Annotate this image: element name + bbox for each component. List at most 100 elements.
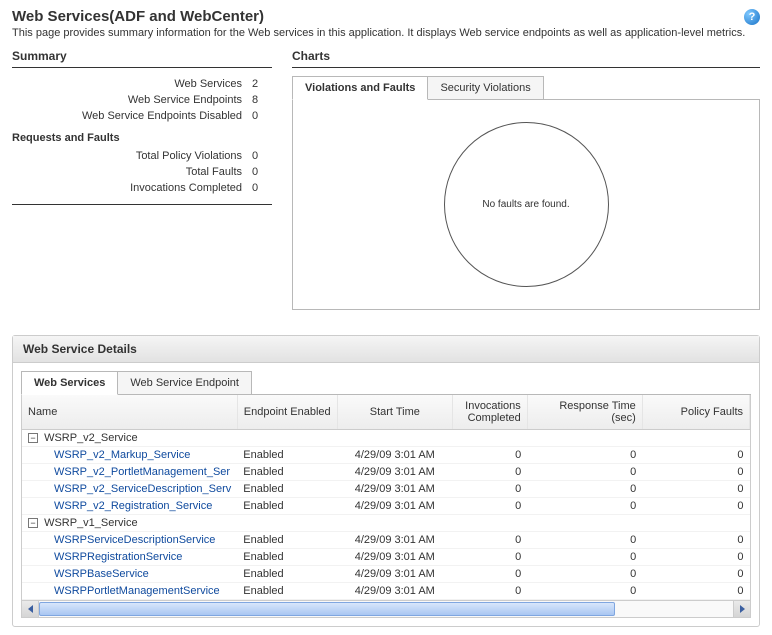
cell-response-time: 0: [527, 549, 642, 566]
stat-label: Total Faults: [12, 166, 252, 178]
stat-label: Web Service Endpoints: [12, 94, 252, 106]
cell-response-time: 0: [527, 464, 642, 481]
tab-web-service-endpoint[interactable]: Web Service Endpoint: [117, 371, 252, 394]
cell-response-time: 0: [527, 583, 642, 600]
cell-policy-faults: 0: [642, 532, 749, 549]
cell-invocations: 0: [452, 464, 527, 481]
table-row: WSRP_v2_Markup_ServiceEnabled4/29/09 3:0…: [22, 447, 750, 464]
cell-start: 4/29/09 3:01 AM: [337, 498, 452, 515]
cell-start: 4/29/09 3:01 AM: [337, 447, 452, 464]
col-policy-faults[interactable]: Policy Faults: [642, 395, 749, 430]
page-title: Web Services(ADF and WebCenter): [12, 8, 264, 25]
stat-value: 0: [252, 150, 272, 162]
chart-area: No faults are found.: [292, 100, 760, 310]
service-link[interactable]: WSRPRegistrationService: [54, 551, 182, 563]
tab-web-services[interactable]: Web Services: [21, 371, 118, 395]
cell-invocations: 0: [452, 447, 527, 464]
stat-value: 0: [252, 166, 272, 178]
table-row: WSRP_v2_Registration_ServiceEnabled4/29/…: [22, 498, 750, 515]
service-link[interactable]: WSRPServiceDescriptionService: [54, 534, 215, 546]
cell-enabled: Enabled: [237, 464, 337, 481]
cell-policy-faults: 0: [642, 566, 749, 583]
cell-enabled: Enabled: [237, 532, 337, 549]
table-row: WSRPServiceDescriptionService Enabled4/29…: [22, 532, 750, 549]
stat-label: Invocations Completed: [12, 182, 252, 194]
stat-label: Web Services: [12, 78, 252, 90]
cell-invocations: 0: [452, 481, 527, 498]
service-link[interactable]: WSRP_v2_PortletManagement_Ser: [54, 466, 230, 478]
tab-violations-faults[interactable]: Violations and Faults: [292, 76, 428, 100]
scroll-left-button[interactable]: [22, 601, 39, 617]
charts-heading: Charts: [292, 49, 760, 68]
stat-label: Web Service Endpoints Disabled: [12, 110, 252, 122]
horizontal-scrollbar[interactable]: [21, 601, 751, 618]
details-heading: Web Service Details: [13, 336, 759, 363]
service-link[interactable]: WSRPBaseService: [54, 568, 149, 580]
chart-tabs: Violations and Faults Security Violation…: [292, 76, 760, 100]
stat-policy-violations: Total Policy Violations 0: [12, 148, 272, 164]
pie-chart-empty: No faults are found.: [444, 122, 609, 287]
collapse-icon[interactable]: −: [28, 518, 38, 528]
cell-invocations: 0: [452, 532, 527, 549]
scroll-right-button[interactable]: [733, 601, 750, 617]
group-name: WSRP_v1_Service: [44, 517, 138, 529]
cell-start: 4/29/09 3:01 AM: [337, 481, 452, 498]
cell-enabled: Enabled: [237, 583, 337, 600]
tab-security-violations[interactable]: Security Violations: [427, 76, 543, 99]
cell-invocations: 0: [452, 498, 527, 515]
scroll-track[interactable]: [39, 601, 733, 617]
chevron-right-icon: [740, 605, 745, 613]
service-link[interactable]: WSRP_v2_Markup_Service: [54, 449, 190, 461]
requests-faults-heading: Requests and Faults: [12, 132, 272, 144]
col-endpoint-enabled[interactable]: Endpoint Enabled: [237, 395, 337, 430]
cell-invocations: 0: [452, 549, 527, 566]
cell-policy-faults: 0: [642, 583, 749, 600]
cell-response-time: 0: [527, 566, 642, 583]
stat-disabled: Web Service Endpoints Disabled 0: [12, 108, 272, 124]
cell-enabled: Enabled: [237, 481, 337, 498]
cell-start: 4/29/09 3:01 AM: [337, 549, 452, 566]
divider: [12, 204, 272, 205]
col-response-time[interactable]: Response Time (sec): [527, 395, 642, 430]
help-icon[interactable]: ?: [744, 9, 760, 25]
cell-invocations: 0: [452, 566, 527, 583]
cell-enabled: Enabled: [237, 549, 337, 566]
chevron-left-icon: [28, 605, 33, 613]
table-row: WSRPPortletManagementService Enabled4/29/…: [22, 583, 750, 600]
cell-policy-faults: 0: [642, 549, 749, 566]
stat-value: 0: [252, 110, 272, 122]
summary-heading: Summary: [12, 49, 272, 68]
cell-response-time: 0: [527, 532, 642, 549]
stat-invocations: Invocations Completed 0: [12, 180, 272, 196]
table-group-row: − WSRP_v2_Service: [22, 430, 750, 447]
table-row: WSRPBaseServiceEnabled4/29/09 3:01 AM000: [22, 566, 750, 583]
cell-policy-faults: 0: [642, 498, 749, 515]
stat-label: Total Policy Violations: [12, 150, 252, 162]
scroll-thumb[interactable]: [39, 602, 615, 616]
cell-policy-faults: 0: [642, 447, 749, 464]
col-name[interactable]: Name: [22, 395, 237, 430]
services-table: Name Endpoint Enabled Start Time Invocat…: [22, 395, 750, 600]
stat-value: 0: [252, 182, 272, 194]
cell-enabled: Enabled: [237, 566, 337, 583]
cell-start: 4/29/09 3:01 AM: [337, 532, 452, 549]
cell-invocations: 0: [452, 583, 527, 600]
table-row: WSRP_v2_ServiceDescription_Serv Enabled4/…: [22, 481, 750, 498]
col-start-time[interactable]: Start Time: [337, 395, 452, 430]
details-tabs: Web Services Web Service Endpoint: [21, 371, 751, 395]
stat-endpoints: Web Service Endpoints 8: [12, 92, 272, 108]
service-link[interactable]: WSRP_v2_ServiceDescription_Serv: [54, 483, 231, 495]
page-description: This page provides summary information f…: [12, 27, 760, 39]
chart-empty-text: No faults are found.: [482, 199, 569, 210]
cell-start: 4/29/09 3:01 AM: [337, 566, 452, 583]
service-link[interactable]: WSRPPortletManagementService: [54, 585, 220, 597]
cell-response-time: 0: [527, 498, 642, 515]
service-link[interactable]: WSRP_v2_Registration_Service: [54, 500, 212, 512]
cell-policy-faults: 0: [642, 464, 749, 481]
col-invocations[interactable]: Invocations Completed: [452, 395, 527, 430]
stat-value: 8: [252, 94, 272, 106]
cell-start: 4/29/09 3:01 AM: [337, 583, 452, 600]
stat-web-services: Web Services 2: [12, 76, 272, 92]
collapse-icon[interactable]: −: [28, 433, 38, 443]
cell-response-time: 0: [527, 447, 642, 464]
